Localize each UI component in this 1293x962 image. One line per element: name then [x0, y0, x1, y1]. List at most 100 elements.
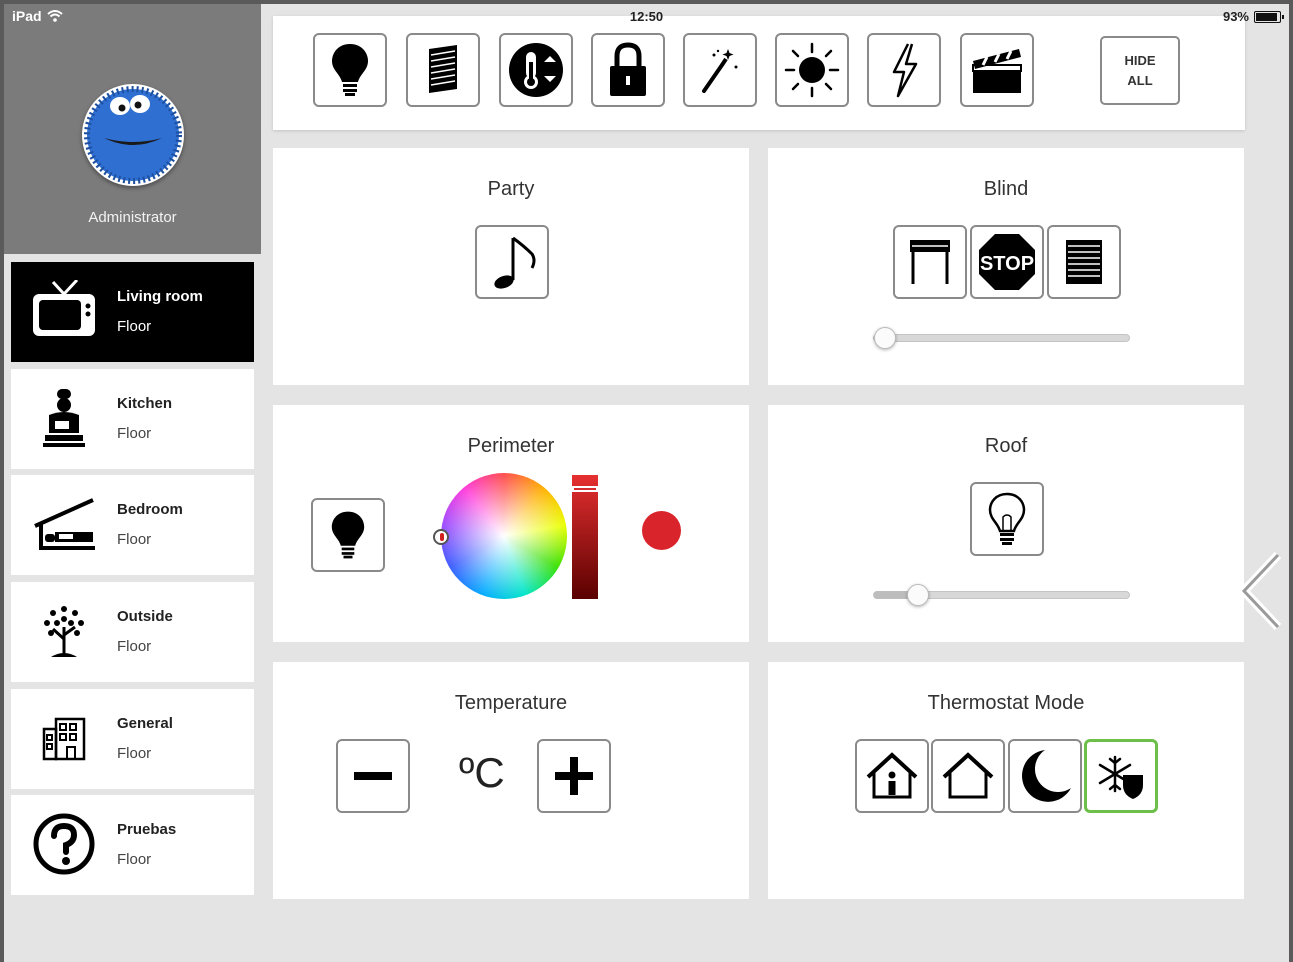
room-name: Outside — [117, 608, 173, 626]
tree-icon — [29, 598, 99, 664]
room-item-kitchen[interactable]: Kitchen Floor — [11, 368, 254, 469]
thermostat-night-button[interactable] — [1008, 739, 1082, 813]
avatar[interactable] — [82, 84, 184, 186]
profile-name: Administrator — [88, 209, 177, 226]
magic-wand-icon — [702, 49, 738, 93]
blind-stop-button[interactable]: STOP — [970, 225, 1044, 299]
chevron-left-icon[interactable] — [1238, 551, 1284, 631]
minus-icon — [354, 772, 392, 780]
blinds-filter-button[interactable] — [406, 33, 480, 107]
chef-icon — [29, 385, 99, 451]
room-item-bedroom[interactable]: Bedroom Floor — [11, 475, 254, 576]
panel-title: Party — [487, 178, 535, 200]
blind-down-button[interactable] — [1047, 225, 1121, 299]
lightbulb-icon — [331, 511, 365, 559]
media-filter-button[interactable] — [960, 33, 1034, 107]
room-floor: Floor — [117, 851, 152, 869]
security-filter-button[interactable] — [591, 33, 665, 107]
moon-icon — [1022, 750, 1071, 802]
snowflake-shield-icon — [1098, 755, 1143, 799]
home-info-icon — [866, 752, 918, 799]
hide-all-label-line1: HIDE — [1124, 52, 1156, 68]
room-name: Bedroom — [117, 501, 183, 519]
brightness-knob[interactable] — [572, 486, 598, 492]
plus-icon — [555, 757, 593, 795]
color-wheel[interactable] — [441, 473, 567, 599]
climate-filter-button[interactable] — [499, 33, 573, 107]
room-item-outside[interactable]: Outside Floor — [11, 582, 254, 683]
status-time: 12:50 — [629, 9, 664, 24]
thermometer-icon — [509, 43, 563, 97]
panel-title: Perimeter — [467, 435, 555, 457]
profile-header: Administrator — [4, 4, 261, 254]
room-floor: Floor — [117, 318, 152, 335]
scenes-filter-button[interactable] — [683, 33, 757, 107]
tv-icon — [29, 278, 99, 344]
room-floor: Floor — [117, 638, 152, 656]
panel-title: Temperature — [454, 692, 568, 714]
blind-panel: Blind STOP — [768, 148, 1244, 385]
energy-filter-button[interactable] — [867, 33, 941, 107]
music-note-icon — [494, 236, 536, 289]
roof-panel: Roof — [768, 405, 1244, 642]
room-name: Kitchen — [117, 394, 173, 412]
panel-title: Thermostat Mode — [927, 692, 1085, 714]
lights-filter-button[interactable] — [313, 33, 387, 107]
battery-percent: 93% — [1222, 9, 1249, 24]
blind-closed-icon — [1066, 240, 1102, 284]
temperature-unit: ºC — [459, 749, 505, 796]
stop-sign-icon: STOP — [979, 234, 1035, 290]
temperature-decrease-button[interactable] — [336, 739, 410, 813]
temperature-increase-button[interactable] — [537, 739, 611, 813]
room-name: Pruebas — [117, 821, 177, 839]
panel-title: Roof — [984, 435, 1028, 457]
battery-group: 93% — [1222, 9, 1284, 24]
clapperboard-icon — [972, 49, 1022, 93]
battery-icon — [1254, 10, 1284, 23]
party-panel: Party — [273, 148, 749, 385]
room-list: Living room Floor Kitchen Floor Bedroom … — [11, 262, 254, 902]
temperature-panel: Temperature ºC — [273, 662, 749, 899]
room-name: General — [117, 714, 173, 732]
building-icon — [29, 705, 99, 771]
hide-all-button[interactable]: HIDE ALL — [1100, 36, 1180, 105]
bed-icon — [29, 491, 99, 557]
thermostat-panel: Thermostat Mode — [768, 662, 1244, 899]
room-item-pruebas[interactable]: Pruebas Floor — [11, 795, 254, 896]
blind-position-slider[interactable] — [873, 327, 1130, 349]
hide-all-label-line2: ALL — [1127, 72, 1153, 88]
room-item-general[interactable]: General Floor — [11, 688, 254, 789]
category-toolbar: HIDE ALL — [273, 16, 1245, 130]
brightness-bar[interactable] — [572, 475, 598, 599]
selected-color-swatch — [642, 511, 681, 550]
room-floor: Floor — [117, 424, 152, 442]
roof-light-button[interactable] — [970, 482, 1044, 556]
blind-open-icon — [910, 240, 950, 284]
ipad-screen: iPad 12:50 93% Administrator Living room… — [4, 4, 1289, 962]
room-floor: Floor — [117, 744, 152, 762]
color-wheel-marker[interactable] — [433, 529, 449, 545]
stop-label: STOP — [980, 253, 1034, 275]
weather-filter-button[interactable] — [775, 33, 849, 107]
thermostat-comfort-button[interactable] — [855, 739, 929, 813]
slider-knob[interactable] — [874, 327, 896, 349]
perimeter-panel: Perimeter — [273, 405, 749, 642]
lightbulb-icon — [332, 44, 368, 96]
home-icon — [942, 752, 994, 799]
thermostat-standby-button[interactable] — [931, 739, 1005, 813]
lightning-icon — [892, 43, 918, 98]
perimeter-light-button[interactable] — [311, 498, 385, 572]
sun-icon — [784, 42, 840, 98]
roof-dimmer-slider[interactable] — [873, 584, 1130, 606]
slider-knob[interactable] — [907, 584, 929, 606]
thermostat-frost-protection-button[interactable] — [1084, 739, 1158, 813]
blind-up-button[interactable] — [893, 225, 967, 299]
lightbulb-outline-icon — [988, 492, 1026, 545]
question-icon — [29, 811, 99, 877]
lock-icon — [610, 42, 646, 96]
status-bar: iPad 12:50 93% — [4, 4, 1289, 26]
panel-title: Blind — [983, 178, 1029, 200]
room-item-living-room[interactable]: Living room Floor — [11, 262, 254, 362]
party-music-button[interactable] — [475, 225, 549, 299]
room-name: Living room — [117, 288, 203, 305]
